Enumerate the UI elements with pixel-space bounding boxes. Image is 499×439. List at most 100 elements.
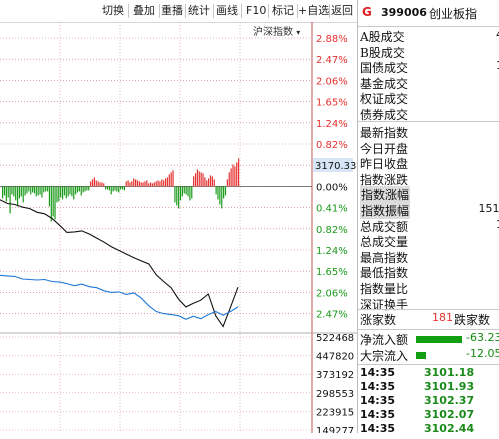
quote-panel: G 399006 创业板指 A股成交48B股成交国债成交10基金成交1权证成交债… <box>357 0 499 433</box>
pct-axis-label: 0.41% <box>316 204 348 215</box>
block-inflow-bar <box>416 352 426 359</box>
change-bar <box>86 186 87 190</box>
tick-time: 14:35 <box>360 408 395 421</box>
change-bar <box>219 186 220 204</box>
pct-axis-label: 0.00% <box>316 182 348 193</box>
change-bar <box>176 186 177 205</box>
change-bar <box>71 186 72 196</box>
change-bar <box>131 181 132 186</box>
change-bar <box>139 181 140 186</box>
back-button[interactable]: 返回 <box>331 4 353 18</box>
change-bar <box>142 182 143 186</box>
change-bar <box>96 180 97 186</box>
chart-grid <box>0 22 357 433</box>
toolbar-divider <box>159 4 160 18</box>
change-bar <box>127 180 128 186</box>
change-bar <box>9 186 10 213</box>
change-bar <box>66 186 67 198</box>
tick-row: 14:353102.44 <box>358 421 499 439</box>
toolbar-divider <box>268 4 269 18</box>
change-bar <box>133 178 134 186</box>
change-bar <box>21 186 22 196</box>
change-bar <box>73 186 74 199</box>
change-bar <box>124 186 125 190</box>
change-bar <box>120 186 121 189</box>
change-bar <box>129 182 130 186</box>
chart-toolbar: 切换 叠加 重播 统计 画线 F10 标记 +自选 返回 <box>0 0 357 23</box>
change-bar <box>234 166 235 186</box>
index-line <box>0 200 238 327</box>
change-bar <box>229 172 230 186</box>
block-inflow-value: -12.05 <box>466 347 499 360</box>
tick-price: 3101.18 <box>424 366 474 379</box>
change-bar <box>201 172 202 186</box>
change-bar <box>54 186 55 219</box>
change-bar <box>212 176 213 186</box>
change-bar <box>28 186 29 191</box>
add-watchlist-button[interactable]: +自选 <box>298 4 329 18</box>
statistics-button[interactable]: 统计 <box>188 4 210 18</box>
tick-time: 14:35 <box>360 422 395 435</box>
draw-line-button[interactable]: 画线 <box>216 4 238 18</box>
up-count-label: 涨家数 <box>360 311 396 328</box>
change-bar <box>83 186 84 192</box>
change-bar <box>174 186 175 202</box>
change-bar <box>216 186 217 194</box>
pct-axis-label: 1.65% <box>316 267 348 278</box>
tick-price: 3102.07 <box>424 408 474 421</box>
change-bar <box>49 186 50 206</box>
change-bar <box>113 186 114 191</box>
change-bar <box>126 181 127 186</box>
change-bar <box>69 186 70 194</box>
change-bar <box>227 179 228 186</box>
change-bar <box>38 186 39 195</box>
mark-button[interactable]: 标记 <box>272 4 294 18</box>
net-inflow-value: -63.23 <box>466 331 499 344</box>
change-bar <box>156 181 157 186</box>
change-bar <box>94 177 95 186</box>
change-bar <box>152 183 153 186</box>
change-bar <box>8 186 9 197</box>
change-bar <box>189 186 190 200</box>
tick-time: 14:35 <box>360 380 395 393</box>
change-bar <box>109 186 110 190</box>
f10-button[interactable]: F10 <box>246 4 266 18</box>
change-bar <box>111 186 112 194</box>
replay-button[interactable]: 重播 <box>161 4 183 18</box>
change-bar <box>195 173 196 186</box>
change-bar <box>114 186 115 190</box>
pct-axis-label: 1.24% <box>316 119 348 130</box>
change-bar <box>163 180 164 186</box>
up-count-value: 181 <box>432 311 453 324</box>
change-bar <box>118 186 119 192</box>
change-bar <box>6 186 7 201</box>
intraday-chart[interactable]: 2.88%2.47%2.06%1.65%1.24%0.82%0.41%0.00%… <box>0 22 357 433</box>
volume-axis-label: 522468 <box>316 333 354 344</box>
change-bar <box>11 186 12 194</box>
change-bar <box>75 186 76 194</box>
tick-time: 14:35 <box>360 394 395 407</box>
change-bar <box>43 186 44 192</box>
change-bar <box>144 181 145 186</box>
pct-axis-label: 2.06% <box>316 76 348 87</box>
change-bar <box>24 186 25 195</box>
change-bar <box>137 180 138 186</box>
index-code: 399006 <box>381 6 427 19</box>
pct-axis-label: 0.82% <box>316 225 348 236</box>
change-bar <box>88 186 89 190</box>
change-bar <box>26 186 27 193</box>
change-bar <box>231 168 232 186</box>
change-bar <box>167 177 168 186</box>
change-bar <box>223 186 224 198</box>
change-bar <box>23 186 24 202</box>
switch-button[interactable]: 切换 <box>102 4 124 18</box>
change-bar <box>199 171 200 186</box>
pct-axis-label: 2.47% <box>316 310 348 321</box>
group-badge: G <box>362 5 372 19</box>
change-bar <box>53 186 54 216</box>
change-bar <box>182 186 183 196</box>
overlay-button[interactable]: 叠加 <box>133 4 155 18</box>
volume-axis-label: 149277 <box>316 426 354 433</box>
change-bar <box>157 180 158 186</box>
change-bar <box>238 158 239 186</box>
